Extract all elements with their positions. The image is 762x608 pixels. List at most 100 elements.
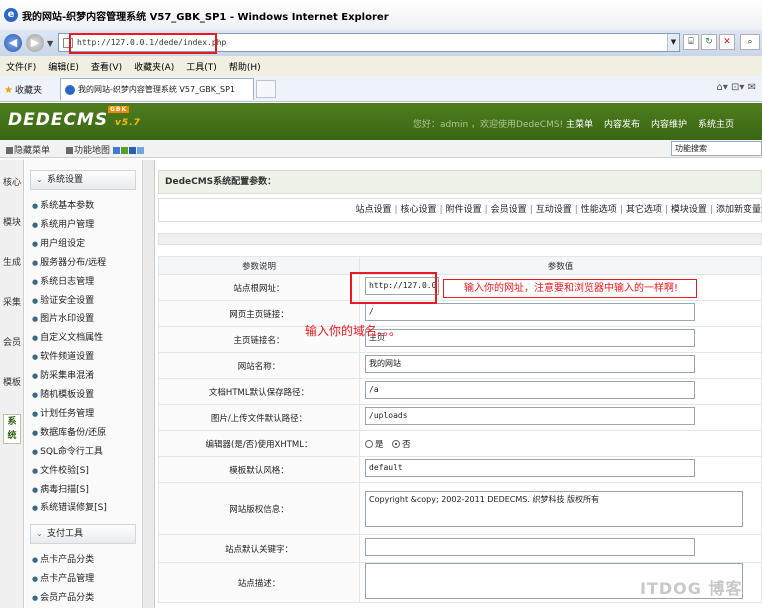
menu-tools[interactable]: 工具(T) (186, 60, 217, 73)
annotation-domain-note: 输入你的域名。。。 (305, 324, 402, 338)
vtab-collect[interactable]: 采集 (3, 296, 21, 310)
menu-item[interactable]: ● 自定义文档属性 (32, 330, 103, 343)
back-icon[interactable]: ◀ (4, 34, 22, 52)
vtab-modules[interactable]: 模块 (3, 216, 21, 230)
menu-item-label: SQL命令行工具 (40, 446, 103, 457)
vtab-templates[interactable]: 模板 (3, 376, 21, 390)
site-map-button[interactable]: 功能地图 (66, 143, 145, 156)
config-tab[interactable]: 添加新变量 (716, 205, 761, 215)
stop-icon[interactable]: ✕ (719, 34, 735, 50)
template-style-input[interactable]: default (365, 459, 695, 477)
menu-help[interactable]: 帮助(H) (229, 60, 261, 73)
menu-item[interactable]: ● 软件频道设置 (32, 349, 94, 362)
menu-item[interactable]: ● 计划任务管理 (32, 406, 94, 419)
favorites-button[interactable]: ★ 收藏夹 (4, 83, 42, 96)
menu-item[interactable]: ● 用户组设定 (32, 236, 85, 249)
address-dropdown-icon[interactable]: ▼ (667, 34, 679, 51)
nav-main-menu[interactable]: 主菜单 (566, 117, 593, 130)
skin-green-icon (120, 147, 128, 154)
search-provider-icon[interactable]: ⌕ (740, 34, 760, 50)
skin-navy-icon (128, 147, 136, 154)
keywords-input[interactable] (365, 538, 695, 556)
nav-content-publish[interactable]: 内容发布 (604, 117, 640, 130)
sub-toolbar: 隐藏菜单 功能地图 功能搜索 (0, 140, 762, 158)
menu-item[interactable]: ● 系统基本参数 (32, 198, 94, 211)
menu-item[interactable]: ● 系统用户管理 (32, 217, 94, 230)
new-tab-button[interactable] (256, 80, 276, 98)
menu-edit[interactable]: 编辑(E) (48, 60, 79, 73)
menu-section-system[interactable]: ⌄ 系统设置 (30, 170, 136, 190)
menu-item[interactable]: ● 点卡产品分类 (32, 552, 94, 565)
tab-title: 我的网站-织梦内容管理系统 V57_GBK_SP1 (78, 85, 236, 94)
menu-splitter[interactable] (143, 160, 155, 608)
menu-item[interactable]: ● 验证安全设置 (32, 293, 94, 306)
config-tab[interactable]: 附件设置 (446, 205, 482, 215)
nav-system-home[interactable]: 系统主页 (698, 117, 734, 130)
nav-content-maintain[interactable]: 内容维护 (651, 117, 687, 130)
menu-item-label: 系统基本参数 (40, 201, 95, 211)
menu-item[interactable]: ● 图片水印设置 (32, 311, 94, 324)
history-dropdown-icon[interactable]: ▼ (47, 39, 53, 48)
bullet-icon: ● (32, 277, 39, 286)
menu-item-label: 图片水印设置 (40, 314, 95, 325)
menu-item[interactable]: ● SQL命令行工具 (32, 444, 103, 457)
menu-item-label: 系统日志管理 (40, 276, 95, 287)
xhtml-yes-radio[interactable] (365, 440, 373, 448)
config-tab[interactable]: 站点设置 (355, 205, 391, 215)
menu-section-payment[interactable]: ⌄ 支付工具 (30, 524, 136, 544)
menu-item-label: 系统错误修复[S] (40, 503, 107, 514)
map-icon (66, 147, 73, 154)
menu-view[interactable]: 查看(V) (91, 60, 122, 73)
html-path-input[interactable]: /a (365, 381, 695, 399)
home-tools-icons[interactable]: ⌂▾ ⊡▾ ✉ (716, 82, 756, 93)
vtab-system[interactable]: 系统 (3, 414, 21, 444)
config-tab[interactable]: 模块设置 (671, 205, 707, 215)
watermark: ITDOG 博客 (640, 579, 743, 598)
menu-item[interactable]: ● 病毒扫描[S] (32, 482, 89, 495)
refresh-icon[interactable]: ↻ (701, 34, 717, 50)
config-tab[interactable]: 会员设置 (491, 205, 527, 215)
homepage-name-input[interactable]: 主页 (365, 329, 695, 347)
hide-menu-button[interactable]: 隐藏菜单 (6, 143, 50, 156)
menu-item[interactable]: ● 文件校验[S] (32, 463, 89, 476)
bullet-icon: ● (32, 315, 39, 324)
table-row: 图片/上传文件默认路径： /uploads (158, 404, 762, 431)
menu-item[interactable]: ● 数据库备份/还原 (32, 425, 106, 438)
menu-item[interactable]: ● 会员产品分类 (32, 590, 94, 603)
config-tab[interactable]: 核心设置 (401, 205, 437, 215)
menu-item[interactable]: ● 系统日志管理 (32, 274, 94, 287)
bullet-icon: ● (32, 466, 39, 475)
xhtml-no-radio[interactable] (392, 440, 401, 448)
copyright-textarea[interactable]: Copyright &copy; 2002-2011 DEDECMS. 织梦科技… (365, 490, 743, 527)
menu-file[interactable]: 文件(F) (6, 60, 36, 73)
menu-item-label: 用户组设定 (40, 238, 86, 249)
compat-view-icon[interactable]: ⌸ (683, 34, 699, 50)
menu-item[interactable]: ● 服务器分布/远程 (32, 255, 106, 268)
homepage-link-input[interactable]: / (365, 303, 695, 321)
menu-item[interactable]: ● 点卡产品管理 (32, 571, 94, 584)
bullet-icon: ● (32, 428, 39, 437)
tab-current[interactable]: 我的网站-织梦内容管理系统 V57_GBK_SP1 (60, 78, 254, 100)
vtab-generate[interactable]: 生成 (3, 256, 21, 270)
config-tab[interactable]: 性能选项 (581, 205, 617, 215)
vtab-members[interactable]: 会员 (3, 336, 21, 350)
row-label: 站点描述： (158, 562, 360, 603)
function-search-input[interactable]: 功能搜索 (671, 141, 762, 156)
divider (158, 233, 762, 245)
bullet-icon: ● (32, 391, 39, 399)
config-table: 参数说明 参数值 站点根网址： http://127.0.0.1 网页主页链接：… (158, 256, 762, 603)
welcome-text: 您好：admin ，欢迎使用DedeCMS! (413, 120, 564, 130)
forward-icon[interactable]: ▶ (26, 34, 44, 52)
site-name-input[interactable]: 我的网站 (365, 355, 695, 373)
upload-path-input[interactable]: /uploads (365, 407, 695, 425)
menu-item[interactable]: ● 防采集串混淆 (32, 368, 94, 381)
table-header: 参数说明 参数值 (158, 256, 762, 275)
chevron-down-icon: ⌄ (36, 529, 43, 538)
menu-item[interactable]: ● 系统错误修复[S] (32, 500, 107, 513)
menu-item[interactable]: ● 随机模板设置 (32, 387, 94, 400)
site-url-highlight-box (350, 272, 437, 304)
menu-favorites[interactable]: 收藏夹(A) (134, 60, 174, 73)
vtab-core[interactable]: 核心 (3, 176, 21, 190)
config-tab[interactable]: 其它选项 (626, 205, 662, 215)
config-tab[interactable]: 互动设置 (536, 205, 572, 215)
